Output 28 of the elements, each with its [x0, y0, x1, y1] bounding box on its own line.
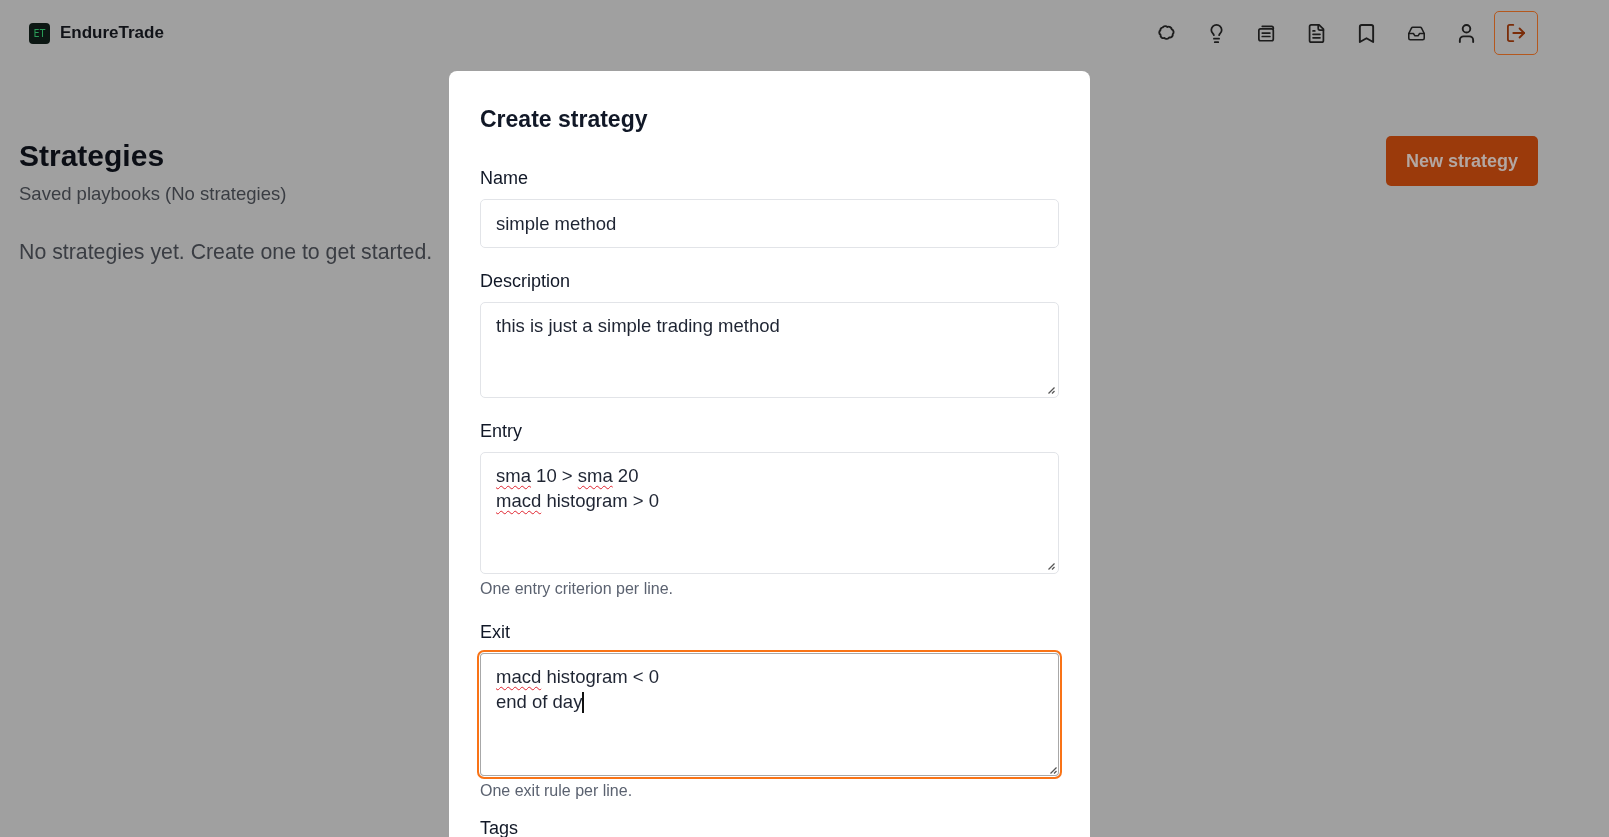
logout-icon	[1507, 24, 1525, 42]
text-area[interactable]: macd histogram < 0 end of day	[477, 650, 1062, 779]
field-label: Exit	[480, 621, 511, 643]
cloud-icon	[1157, 23, 1175, 43]
text-cursor-icon	[582, 692, 584, 713]
document-icon	[1307, 23, 1325, 43]
page-title: Strategies	[19, 138, 166, 174]
field-label: Entry	[480, 420, 523, 442]
dialog-title: Create strategy	[480, 105, 649, 133]
field-hint: One exit rule per line.	[480, 781, 634, 801]
brand-name: EndureTrade	[60, 23, 164, 43]
stacked-cards-icon	[1257, 23, 1275, 43]
resize-grip-icon[interactable]	[1047, 562, 1055, 570]
resize-grip-icon[interactable]	[1047, 386, 1055, 394]
field-hint: One entry criterion per line.	[480, 579, 674, 599]
field-label: Name	[480, 167, 529, 189]
text-input[interactable]: simple method	[480, 199, 1059, 248]
user-icon	[1457, 23, 1475, 43]
text-area[interactable]: sma 10 > sma 20 macd histogram > 0	[480, 452, 1059, 574]
brand-logo: ET	[29, 22, 50, 44]
field-label: Description	[480, 270, 572, 292]
page-subtitle: Saved playbooks (No strategies)	[19, 183, 288, 205]
text-area[interactable]: this is just a simple trading method	[480, 302, 1059, 398]
field-label: Tags	[480, 820, 520, 836]
empty-message: No strategies yet. Create one to get started.	[19, 239, 433, 266]
resize-grip-icon[interactable]	[1049, 766, 1057, 774]
logout-button[interactable]	[1494, 11, 1538, 55]
bookmark-icon	[1357, 23, 1375, 43]
